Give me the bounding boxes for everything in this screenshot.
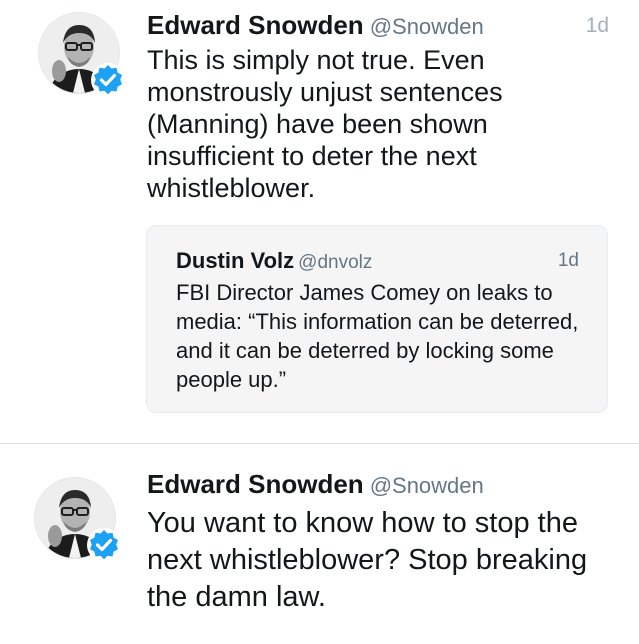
quoted-tweet-timestamp: 1d [557,250,579,271]
tweet-timestamp[interactable]: 1d [586,14,609,38]
verified-badge-icon [90,62,126,98]
quoted-author-handle: @dnvolz [298,252,373,273]
author-handle[interactable]: @Snowden [370,14,484,39]
author-name[interactable]: Edward Snowden [147,10,364,40]
author-avatar[interactable] [34,477,121,562]
quoted-tweet-card[interactable]: Dustin Volz @dnvolz 1d FBI Director James… [146,225,608,413]
tweet-text: You want to know how to stop the next wh… [147,507,588,613]
author-avatar[interactable] [38,12,125,97]
author-name[interactable]: Edward Snowden [147,469,364,499]
tweet-text: This is simply not true. Even monstrousl… [147,45,503,203]
verified-badge-icon [86,527,122,563]
tweet[interactable]: Edward Snowden @Snowden You want to know … [0,445,639,644]
quoted-tweet-header: Dustin Volz @dnvolz [176,248,372,274]
quoted-author-name: Dustin Volz [176,248,295,273]
tweet-header: Edward Snowden @Snowden [147,10,484,41]
tweet-divider [0,443,639,444]
author-handle[interactable]: @Snowden [370,473,484,498]
tweet[interactable]: Edward Snowden @Snowden 1d This is simply… [0,0,639,444]
tweet-header: Edward Snowden @Snowden [147,469,484,500]
quoted-tweet-text: FBI Director James Comey on leaks to med… [176,280,579,392]
